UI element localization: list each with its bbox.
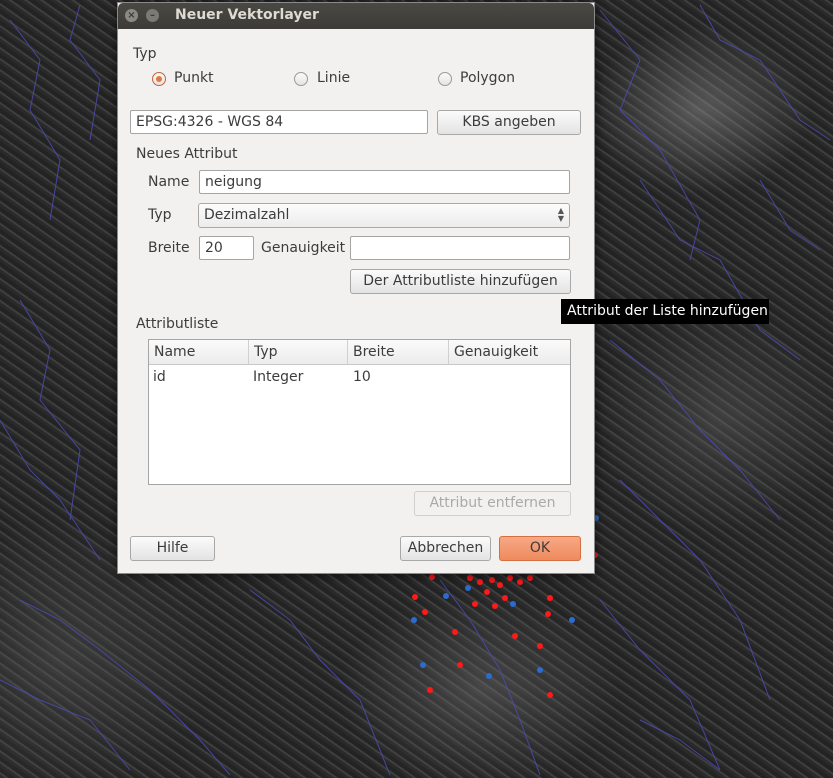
select-arrows-icon: ▲ ▼ <box>557 206 564 223</box>
column-header-precision[interactable]: Genauigkeit <box>449 340 570 364</box>
tooltip: Attribut der Liste hinzufügen <box>561 299 769 324</box>
attr-type-select[interactable]: Dezimalzahl ▲ ▼ <box>198 203 570 228</box>
help-button[interactable]: Hilfe <box>130 536 215 561</box>
remove-attribute-button[interactable]: Attribut entfernen <box>414 491 571 516</box>
radio-line-label[interactable]: Linie <box>317 70 350 86</box>
attr-precision-input[interactable] <box>350 236 570 260</box>
cell-name: id <box>153 369 166 385</box>
attr-precision-label: Genauigkeit <box>261 240 346 256</box>
minimize-icon[interactable]: – <box>146 9 159 22</box>
attribute-list-section-label: Attributliste <box>136 316 219 332</box>
geometry-type-label: Typ <box>133 46 157 62</box>
attr-type-label: Typ <box>148 207 172 223</box>
ok-button[interactable]: OK <box>499 536 581 561</box>
table-header: Name Typ Breite Genauigkeit <box>149 340 570 365</box>
new-vector-layer-dialog: × – Neuer Vektorlayer Typ Punkt Linie Po… <box>117 2 595 574</box>
close-icon[interactable]: × <box>125 9 138 22</box>
column-header-width[interactable]: Breite <box>348 340 449 364</box>
attr-width-label: Breite <box>148 240 190 256</box>
cell-width: 10 <box>353 369 371 385</box>
specify-crs-button[interactable]: KBS angeben <box>437 110 581 135</box>
new-attribute-section-label: Neues Attribut <box>136 146 238 162</box>
crs-field[interactable]: EPSG:4326 - WGS 84 <box>130 110 428 134</box>
radio-point[interactable] <box>152 72 166 86</box>
cancel-button[interactable]: Abbrechen <box>400 536 491 561</box>
radio-point-label[interactable]: Punkt <box>174 70 214 86</box>
attr-name-label: Name <box>148 174 190 190</box>
radio-line[interactable] <box>294 72 308 86</box>
radio-polygon[interactable] <box>438 72 452 86</box>
cell-type: Integer <box>253 369 304 385</box>
attribute-table[interactable]: Name Typ Breite Genauigkeit id Integer 1… <box>148 339 571 485</box>
column-header-type[interactable]: Typ <box>249 340 348 364</box>
attr-name-input[interactable]: neigung <box>199 170 570 194</box>
column-header-name[interactable]: Name <box>149 340 249 364</box>
dialog-title: Neuer Vektorlayer <box>175 7 319 23</box>
attr-width-input[interactable]: 20 <box>199 236 254 260</box>
radio-polygon-label[interactable]: Polygon <box>460 70 515 86</box>
add-to-attribute-list-button[interactable]: Der Attributliste hinzufügen <box>350 269 571 294</box>
title-bar[interactable]: × – Neuer Vektorlayer <box>118 3 594 29</box>
attr-type-value: Dezimalzahl <box>204 207 290 223</box>
